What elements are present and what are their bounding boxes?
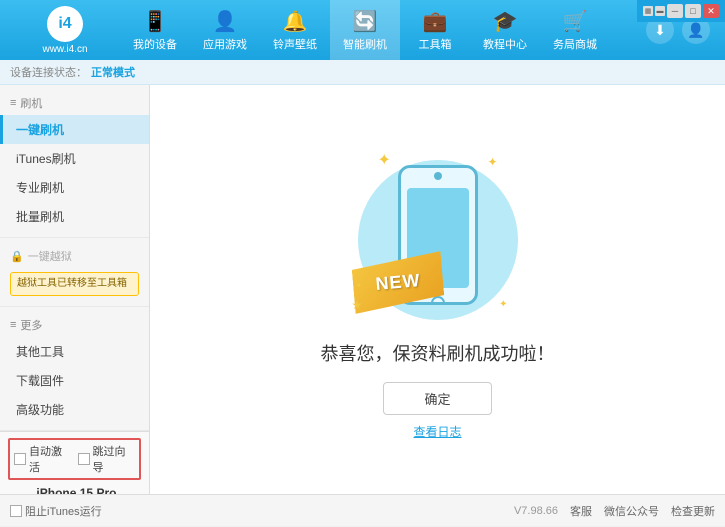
close-button[interactable]: ✕	[703, 4, 719, 18]
logo-subtitle: www.i4.cn	[42, 44, 87, 55]
tab-my-device[interactable]: 📱 我的设备	[120, 0, 190, 60]
ringtone-icon: 🔔	[283, 9, 308, 34]
device-info: 📱 iPhone 15 Pro Max 512GB iPhone	[8, 486, 141, 494]
customer-service-link[interactable]: 客服	[570, 503, 592, 519]
tab-service[interactable]: 🛒 务局商城	[540, 0, 610, 60]
sidebar-flash-header: ≡ 刷机	[0, 91, 149, 115]
view-log-link[interactable]: 查看日志	[413, 423, 461, 440]
sidebar-jailbreak-section: 🔒 一键越狱 越狱工具已转移至工具箱	[0, 238, 149, 307]
stop-itunes-option[interactable]: 阻止iTunes运行	[10, 503, 102, 519]
logo-icon: i4	[47, 6, 83, 42]
device-details: iPhone 15 Pro Max 512GB iPhone	[36, 486, 141, 494]
flash-icon: 🔄	[353, 9, 378, 34]
sparkle-2: ✦	[487, 155, 497, 169]
sidebar-item-itunes-flash[interactable]: iTunes刷机	[0, 144, 149, 173]
sidebar: ≡ 刷机 一键刷机 iTunes刷机 专业刷机 批量刷机	[0, 85, 150, 494]
auto-options: 自动激活 跳过向导	[8, 438, 141, 480]
sparkle-3: ✦	[499, 299, 507, 310]
tab-smart-flash[interactable]: 🔄 智能刷机	[330, 0, 400, 60]
star-top: ✦	[356, 281, 363, 290]
version-label: V7.98.66	[514, 505, 558, 517]
stop-itunes-checkbox[interactable]	[10, 505, 22, 517]
service-icon: 🛒	[563, 9, 588, 34]
maximize-button[interactable]: □	[685, 4, 701, 18]
jailbreak-note: 越狱工具已转移至工具箱	[10, 272, 139, 296]
tab-apps-games[interactable]: 👤 应用游戏	[190, 0, 260, 60]
flash-section-icon: ≡	[10, 97, 16, 109]
minimize-button[interactable]: ─	[667, 4, 683, 18]
tab-tutorial[interactable]: 🎓 教程中心	[470, 0, 540, 60]
sidebar-item-batch-flash[interactable]: 批量刷机	[0, 202, 149, 231]
auto-activate-checkbox[interactable]	[14, 453, 26, 465]
tab-toolbox[interactable]: 💼 工具箱	[400, 0, 470, 60]
battery-icon: ▬	[655, 6, 665, 16]
sidebar-item-advanced[interactable]: 高级功能	[0, 395, 149, 424]
sidebar-jailbreak-header: 🔒 一键越狱	[0, 244, 149, 268]
status-bar: 设备连接状态： 正常模式	[0, 60, 725, 85]
wifi-icon: ▦	[643, 6, 653, 16]
confirm-button[interactable]: 确定	[383, 382, 491, 415]
toolbox-icon: 💼	[423, 9, 448, 34]
nav-tabs: 📱 我的设备 👤 应用游戏 🔔 铃声壁纸 🔄 智能刷机 💼 工具箱 🎓	[120, 0, 646, 60]
sidebar-more-section: ≡ 更多 其他工具 下载固件 高级功能	[0, 307, 149, 431]
more-icon: ≡	[10, 319, 16, 331]
success-illustration: ✦ ✦ ✦ NEW ★ ✦	[348, 140, 528, 340]
lock-icon: 🔒	[10, 250, 24, 263]
apps-icon: 👤	[213, 9, 238, 34]
device-area: 自动激活 跳过向导 📱 iPhone 15 Pro Max 512GB iPho…	[0, 431, 149, 494]
content-area: ✦ ✦ ✦ NEW ★ ✦ 恭喜您，保资料刷机成功啦！	[150, 85, 725, 494]
my-device-icon: 📱	[143, 9, 168, 34]
sidebar-more-header: ≡ 更多	[0, 313, 149, 337]
header: i4 www.i4.cn 📱 我的设备 👤 应用游戏 🔔 铃声壁纸 🔄 智能刷机	[0, 0, 725, 60]
skip-guide-checkbox[interactable]	[78, 453, 90, 465]
sidebar-item-other-tools[interactable]: 其他工具	[0, 337, 149, 366]
window-controls: ▦ ▬ ─ □ ✕	[637, 0, 725, 22]
check-update-link[interactable]: 检查更新	[671, 503, 715, 519]
sidebar-item-pro-flash[interactable]: 专业刷机	[0, 173, 149, 202]
skip-guide-option[interactable]: 跳过向导	[78, 443, 136, 475]
wechat-link[interactable]: 微信公众号	[604, 503, 659, 519]
star-left: ★	[352, 298, 363, 312]
tab-ringtones[interactable]: 🔔 铃声壁纸	[260, 0, 330, 60]
phone-camera	[434, 172, 442, 180]
sidebar-item-one-key-flash[interactable]: 一键刷机	[0, 115, 149, 144]
auto-activate-option[interactable]: 自动激活	[14, 443, 72, 475]
bottom-bar: 阻止iTunes运行 V7.98.66 客服 微信公众号 检查更新	[0, 494, 725, 526]
success-text: 恭喜您，保资料刷机成功啦！	[321, 340, 555, 366]
logo-area: i4 www.i4.cn	[10, 6, 120, 55]
sparkle-1: ✦	[378, 150, 391, 170]
tutorial-icon: 🎓	[493, 9, 518, 34]
sidebar-item-download-firmware[interactable]: 下载固件	[0, 366, 149, 395]
sidebar-flash-section: ≡ 刷机 一键刷机 iTunes刷机 专业刷机 批量刷机	[0, 85, 149, 238]
